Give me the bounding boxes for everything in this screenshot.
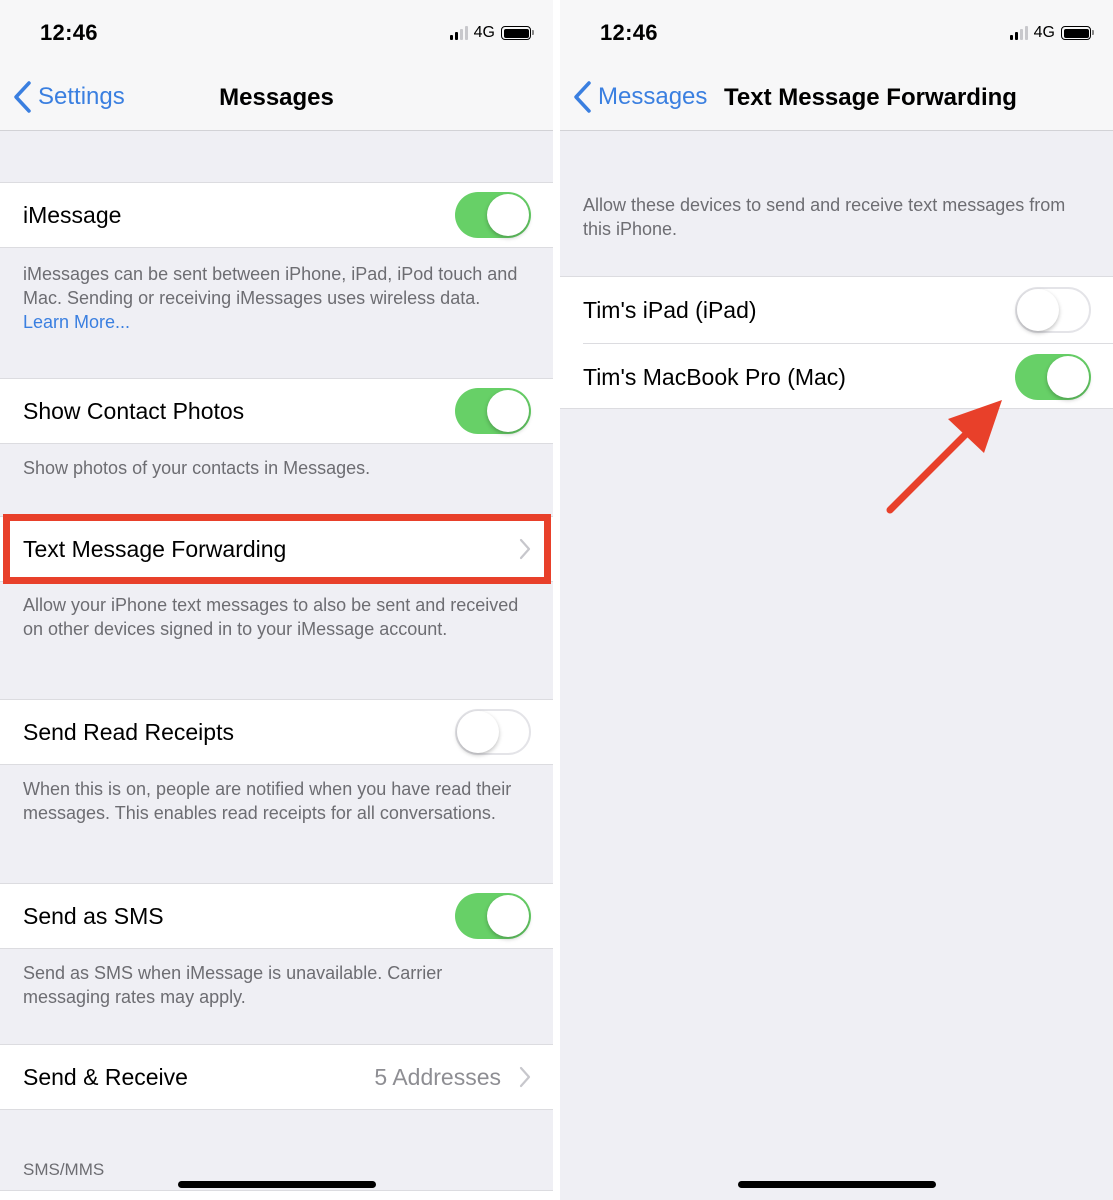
imessage-label: iMessage (23, 201, 122, 228)
text-message-forwarding-footer: Allow your iPhone text messages to also … (23, 595, 519, 639)
navigation-bar: Messages Text Message Forwarding (560, 66, 1113, 131)
status-bar: 12:46 4G (0, 0, 553, 66)
send-receive-value: 5 Addresses (374, 1063, 501, 1090)
device-row-ipad: Tim's iPad (iPad) (560, 277, 1113, 343)
chevron-right-icon (519, 1066, 531, 1088)
page-title: Text Message Forwarding (724, 84, 1017, 111)
red-arrow-icon (886, 400, 1002, 514)
send-as-sms-row: Send as SMS (0, 883, 553, 949)
send-receive-row[interactable]: Send & Receive 5 Addresses (0, 1044, 553, 1110)
imessage-toggle[interactable] (455, 192, 531, 238)
home-indicator[interactable] (737, 1181, 936, 1188)
network-type: 4G (473, 24, 495, 41)
network-type: 4G (1033, 24, 1055, 41)
page-title: Messages (219, 84, 334, 111)
status-time: 12:46 (600, 20, 658, 45)
cellular-signal-icon (1009, 26, 1028, 40)
back-button[interactable]: Messages (572, 80, 707, 114)
send-receive-label: Send & Receive (23, 1063, 188, 1090)
send-read-receipts-label: Send Read Receipts (23, 718, 234, 745)
navigation-bar: Settings Messages (0, 66, 553, 131)
show-contact-photos-row: Show Contact Photos (0, 378, 553, 444)
show-contact-photos-label: Show Contact Photos (23, 397, 245, 424)
imessage-row: iMessage (0, 182, 553, 248)
chevron-left-icon (574, 81, 591, 113)
learn-more-link[interactable]: Learn More... (23, 312, 130, 332)
device-label: Tim's iPad (iPad) (583, 296, 757, 323)
chevron-right-icon (519, 538, 531, 560)
sms-mms-row-partial (0, 1190, 553, 1200)
text-message-forwarding-screen: 12:46 4G Messages Text Message Forwardin… (560, 0, 1113, 1200)
sms-mms-section-header: SMS/MMS (23, 1160, 105, 1179)
send-read-receipts-row: Send Read Receipts (0, 699, 553, 765)
back-label: Messages (598, 83, 708, 110)
show-contact-photos-footer: Show photos of your contacts in Messages… (23, 458, 371, 478)
messages-settings-screen: 12:46 4G Settings Messages iMessage iMes… (0, 0, 553, 1200)
home-indicator[interactable] (177, 1181, 376, 1188)
battery-icon (501, 26, 534, 40)
send-as-sms-toggle[interactable] (455, 893, 531, 939)
send-read-receipts-toggle[interactable] (455, 709, 531, 755)
forwarding-description: Allow these devices to send and receive … (583, 195, 1066, 239)
text-message-forwarding-row[interactable]: Text Message Forwarding (0, 516, 553, 582)
device-toggle-macbook[interactable] (1015, 354, 1091, 400)
imessage-footer: iMessages can be sent between iPhone, iP… (23, 264, 518, 332)
device-list: Tim's iPad (iPad) Tim's MacBook Pro (Mac… (560, 276, 1113, 409)
status-bar: 12:46 4G (560, 0, 1113, 66)
device-toggle-ipad[interactable] (1015, 287, 1091, 333)
status-time: 12:46 (40, 20, 98, 45)
show-contact-photos-toggle[interactable] (455, 388, 531, 434)
send-as-sms-footer: Send as SMS when iMessage is unavailable… (23, 963, 443, 1007)
device-row-macbook: Tim's MacBook Pro (Mac) (560, 344, 1113, 410)
text-message-forwarding-label: Text Message Forwarding (23, 535, 287, 562)
send-as-sms-label: Send as SMS (23, 902, 164, 929)
cellular-signal-icon (449, 26, 468, 40)
battery-icon (1061, 26, 1094, 40)
device-label: Tim's MacBook Pro (Mac) (583, 363, 846, 390)
send-read-receipts-footer: When this is on, people are notified whe… (23, 779, 512, 823)
